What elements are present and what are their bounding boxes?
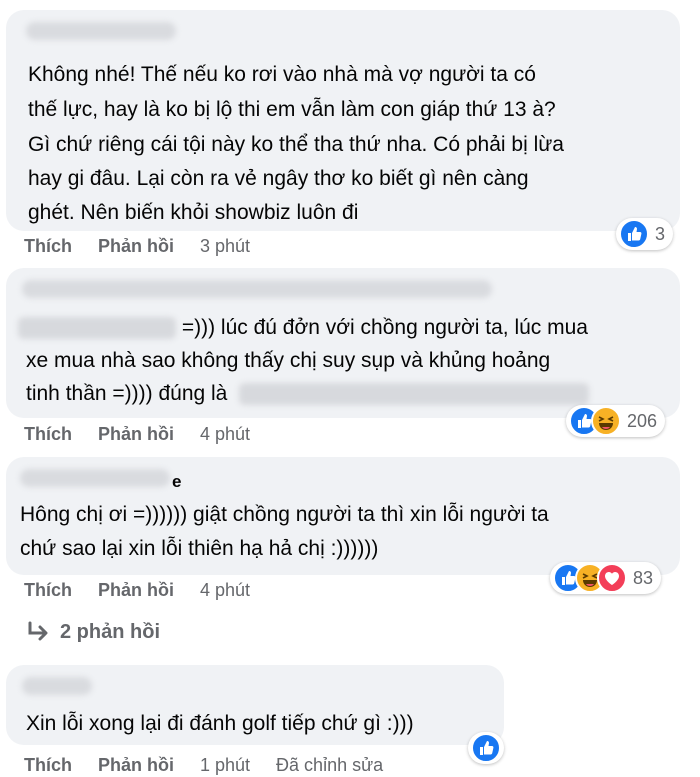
like-button[interactable]: Thích (24, 753, 72, 777)
comment-text-fragment: tinh thần =)))) đúng là (26, 382, 228, 405)
like-reaction-icon (619, 219, 649, 249)
view-replies-label: 2 phản hồi (60, 620, 160, 643)
reaction-count: 206 (627, 410, 658, 431)
comment-text-line: xe mua nhà sao không thấy chị suy sụp và… (26, 349, 551, 372)
reply-button[interactable]: Phản hồi (98, 753, 174, 777)
reaction-summary[interactable] (468, 732, 504, 764)
comment-text-line: ghét. Nên biến khỏi showbiz luôn đi (28, 201, 359, 224)
reaction-count: 83 (633, 567, 654, 588)
comment-actions: Thích Phản hồi 3 phút (24, 234, 250, 258)
comment-actions: Thích Phản hồi 1 phút Đã chỉnh sửa (24, 753, 383, 777)
like-button[interactable]: Thích (24, 234, 72, 258)
reaction-summary[interactable]: 83 (550, 562, 662, 594)
comment-text-line: Không nhé! Thế nếu ko rơi vào nhà mà vợ … (28, 63, 536, 86)
like-button[interactable]: Thích (24, 578, 72, 602)
comment-text-line: tinh thần =)))) đúng là (26, 379, 590, 408)
comment-time[interactable]: 3 phút (200, 234, 250, 258)
blurred-text (239, 383, 590, 406)
comment-bubble: e Hông chị ơi =)))))) giật chồng người t… (6, 457, 680, 575)
comment-text-line: chứ sao lại xin lỗi thiên hạ hả chị :)))… (20, 537, 379, 560)
reply-button[interactable]: Phản hồi (98, 578, 174, 602)
haha-reaction-icon (591, 406, 621, 436)
author-name-tail: e (172, 472, 182, 491)
reaction-count: 3 (655, 223, 666, 244)
comment-time[interactable]: 4 phút (200, 578, 250, 602)
comment-text-fragment: =))) lúc đú đởn với chồng người ta, lúc … (181, 316, 588, 339)
comment-actions: Thích Phản hồi 4 phút (24, 578, 250, 602)
comment-time[interactable]: 1 phút (200, 753, 250, 777)
comment-text-line: =))) lúc đú đởn với chồng người ta, lúc … (18, 313, 588, 342)
like-button[interactable]: Thích (24, 422, 72, 446)
love-reaction-icon (597, 563, 627, 593)
comment-bubble: Không nhé! Thế nếu ko rơi vào nhà mà vợ … (6, 10, 680, 231)
comment-text-line: Hông chị ơi =)))))) giật chồng người ta … (20, 503, 549, 526)
reply-button[interactable]: Phản hồi (98, 234, 174, 258)
view-replies-link[interactable]: 2 phản hồi (26, 620, 160, 644)
reply-arrow-icon (28, 621, 48, 641)
author-name-blurred (20, 469, 170, 487)
edited-label[interactable]: Đã chỉnh sửa (276, 753, 383, 777)
author-name-blurred (22, 280, 492, 298)
comment-bubble: =))) lúc đú đởn với chồng người ta, lúc … (6, 268, 680, 418)
comment-text-line: Xin lỗi xong lại đi đánh golf tiếp chứ g… (26, 712, 414, 735)
like-reaction-icon (471, 733, 501, 763)
comment-text-line: Gì chứ riêng cái tội này ko thể tha thứ … (28, 133, 564, 156)
reaction-summary[interactable]: 3 (616, 218, 674, 250)
author-name-blurred (26, 22, 176, 40)
reply-button[interactable]: Phản hồi (98, 422, 174, 446)
author-name-blurred (22, 677, 92, 695)
blurred-text (18, 317, 176, 340)
comment-time[interactable]: 4 phút (200, 422, 250, 446)
comment-actions: Thích Phản hồi 4 phút (24, 422, 250, 446)
comment-text-line: hay gi đâu. Lại còn ra vẻ ngây thơ ko bi… (28, 167, 529, 190)
reaction-summary[interactable]: 206 (566, 405, 666, 437)
comment-bubble: Xin lỗi xong lại đi đánh golf tiếp chứ g… (6, 665, 504, 745)
comment-text-line: thế lực, hay là ko bị lộ thi em vẫn làm … (28, 98, 556, 121)
